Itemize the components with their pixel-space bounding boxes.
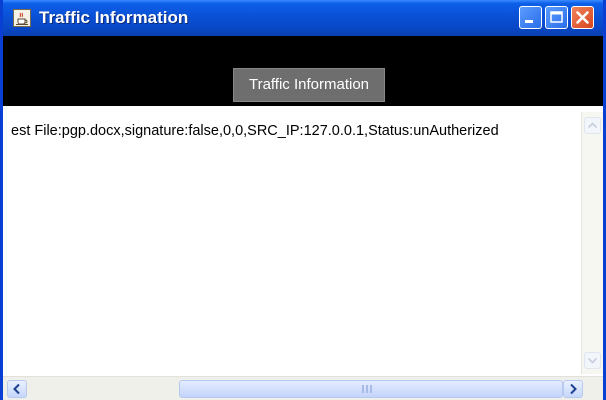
chevron-right-icon [570, 383, 577, 395]
chevron-left-icon [13, 383, 20, 395]
traffic-log-textarea[interactable]: est File:pgp.docx,signature:false,0,0,SR… [3, 112, 579, 374]
title-bar[interactable]: Traffic Information [3, 0, 603, 36]
maximize-icon [550, 11, 563, 23]
scroll-up-button[interactable] [584, 117, 601, 134]
traffic-information-window: Traffic Information Traffic Information … [0, 0, 606, 400]
horizontal-scrollbar[interactable] [3, 376, 603, 400]
traffic-information-button[interactable]: Traffic Information [233, 68, 385, 102]
scroll-down-button[interactable] [584, 352, 601, 369]
minimize-button[interactable] [519, 6, 542, 29]
minimize-icon [525, 20, 533, 23]
java-cup-icon [13, 9, 31, 27]
horizontal-scroll-thumb[interactable] [179, 380, 563, 398]
toolbar: Traffic Information [3, 36, 603, 106]
scroll-right-button[interactable] [563, 380, 583, 398]
grip-icon [362, 385, 376, 393]
chevron-down-icon [587, 357, 598, 364]
close-icon [576, 11, 589, 24]
log-line: est File:pgp.docx,signature:false,0,0,SR… [11, 123, 499, 139]
close-button[interactable] [571, 6, 594, 29]
chevron-up-icon [587, 122, 598, 129]
maximize-button[interactable] [545, 6, 568, 29]
vertical-scrollbar[interactable] [581, 112, 603, 374]
window-title: Traffic Information [39, 8, 189, 27]
scroll-left-button[interactable] [7, 380, 27, 398]
